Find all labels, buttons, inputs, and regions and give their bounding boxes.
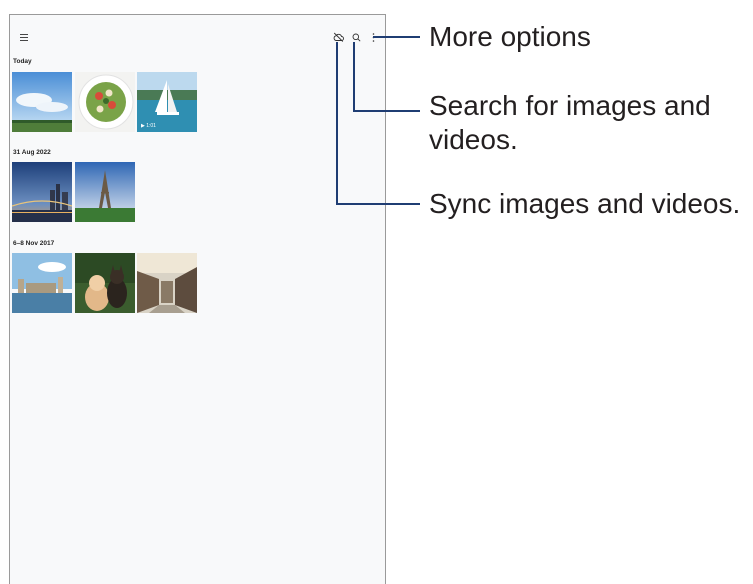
search-button[interactable] — [349, 30, 363, 44]
photo-thumbnail[interactable] — [75, 253, 135, 313]
sky-landscape-image — [12, 72, 72, 132]
video-duration-badge: ▶ 1:01 — [141, 123, 156, 129]
salad-bowl-image — [75, 72, 135, 132]
video-thumbnail[interactable]: ▶ 1:01 — [137, 72, 197, 132]
callout-line-more-options — [373, 36, 420, 38]
section-title-date: 31 Aug 2022 — [13, 149, 51, 156]
photo-thumbnail[interactable] — [12, 253, 72, 313]
menu-icon — [20, 33, 28, 41]
cloud-sync-off-icon — [333, 32, 344, 42]
gallery-screen: Today ▶ 1:01 31 Aug 2022 6–8 Nov 2017 — [9, 14, 386, 584]
callout-line-search — [353, 110, 420, 112]
callout-label-more-options: More options — [429, 21, 591, 52]
photo-thumbnail[interactable] — [75, 72, 135, 132]
photo-thumbnail[interactable] — [137, 253, 197, 313]
section-title-date-range: 6–8 Nov 2017 — [13, 240, 55, 247]
photo-thumbnail[interactable] — [12, 162, 72, 222]
cat-and-dog-image — [75, 253, 135, 313]
photo-thumbnail[interactable] — [12, 72, 72, 132]
menu-button[interactable] — [17, 30, 31, 44]
river-city-image — [12, 253, 72, 313]
photo-thumbnail[interactable] — [75, 162, 135, 222]
video-duration-text: 1:01 — [146, 123, 156, 129]
search-icon — [352, 33, 361, 42]
callout-line-sync — [336, 42, 338, 205]
callout-label-search-line2: videos. — [429, 124, 518, 155]
callout-line-sync — [336, 203, 420, 205]
callout-line-search — [353, 42, 355, 112]
village-street-image — [137, 253, 197, 313]
city-bridge-dusk-image — [12, 162, 72, 222]
callout-label-search-line1: Search for images and — [429, 90, 711, 121]
section-title-today: Today — [13, 58, 32, 65]
sync-button[interactable] — [331, 30, 345, 44]
eiffel-tower-image — [75, 162, 135, 222]
callout-label-sync: Sync images and videos. — [429, 188, 741, 219]
